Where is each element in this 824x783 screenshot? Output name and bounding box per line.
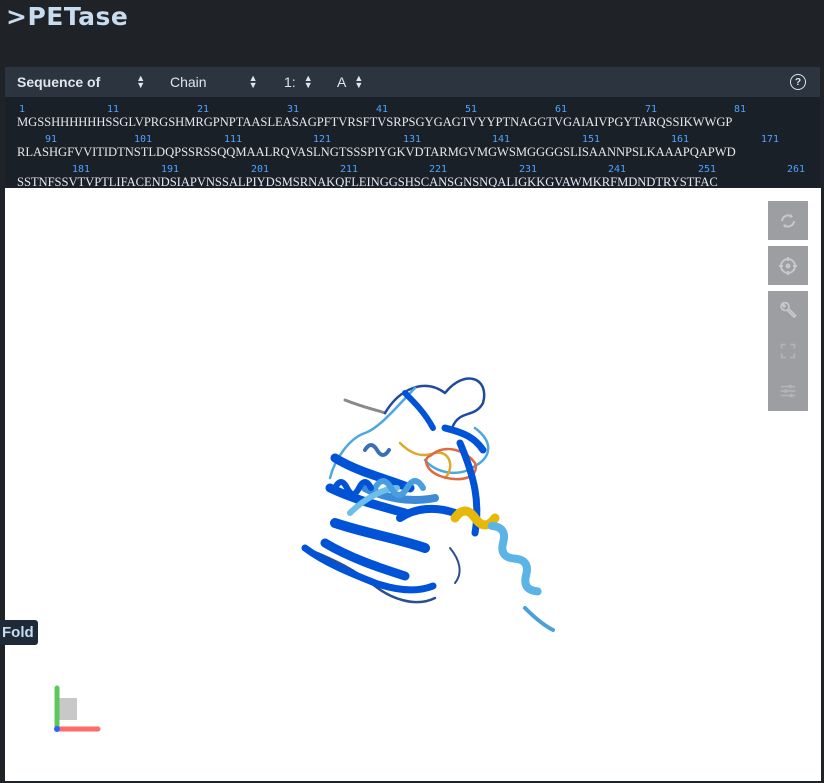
residue-number: 151	[582, 134, 601, 145]
sequence-of-label: Sequence of	[17, 74, 101, 90]
rotate-icon	[781, 213, 795, 228]
controls-button[interactable]	[768, 371, 808, 411]
structure-viewer[interactable]: Fold	[0, 188, 821, 781]
residue-number: 171	[761, 134, 780, 145]
sliders-icon	[780, 384, 796, 398]
rotate-button[interactable]	[768, 201, 808, 240]
residue-number: 1	[19, 104, 26, 115]
expand-icon	[780, 343, 796, 359]
sort-icon: ▲ ▼	[354, 73, 364, 90]
sequence-row: 1 11 21 31 41 51 61 71 81 MGSSHHHHHHSSGL…	[5, 97, 820, 129]
residue-number: 141	[492, 134, 511, 145]
sequence-controls: Sequence of ▲ ▼ Chain ▲ ▼ 1: ▲ ▼ A ▲ ▼ ?	[5, 67, 820, 97]
residue-number: 81	[734, 104, 747, 115]
expand-button[interactable]	[768, 331, 808, 371]
residue-number: 31	[287, 104, 300, 115]
sequence-panel: 1 11 21 31 41 51 61 71 81 MGSSHHHHHHSSGL…	[5, 97, 820, 187]
model-label: 1:	[284, 74, 296, 90]
residue-number: 211	[340, 164, 359, 175]
sort-icon: ▲ ▼	[248, 73, 258, 90]
chain-id-select[interactable]: A ▲ ▼	[337, 67, 363, 97]
sequence-row: 181 191 201 211 221 231 241 251 261 SSTN…	[5, 157, 820, 187]
chain-label: Chain	[170, 74, 207, 90]
residue-number: 161	[671, 134, 690, 145]
residue-number: 121	[313, 134, 332, 145]
residue-number: 221	[429, 164, 448, 175]
residue-number: 91	[45, 134, 58, 145]
residue-number: 251	[698, 164, 717, 175]
residue-number: 61	[555, 104, 568, 115]
residue-number: 231	[519, 164, 538, 175]
residue-number: 191	[161, 164, 180, 175]
residue-number: 71	[645, 104, 658, 115]
residue-number: 241	[608, 164, 627, 175]
reset-camera-button[interactable]	[768, 246, 808, 285]
residue-number: 41	[376, 104, 389, 115]
residue-number: 131	[403, 134, 422, 145]
sort-icon: ▲ ▼	[136, 73, 146, 90]
sequence-row: 91 101 111 121 131 141 151 161 171 RLASH…	[5, 127, 820, 159]
axes-orientation-icon	[54, 685, 101, 732]
model-select[interactable]: 1: ▲ ▼	[284, 67, 313, 97]
page-title: >PETase	[6, 2, 129, 31]
help-icon[interactable]: ?	[790, 74, 806, 90]
residue-number: 111	[224, 134, 243, 145]
settings-toolbar	[768, 291, 808, 411]
residue-number: 261	[787, 164, 806, 175]
chain-select[interactable]: Chain ▲ ▼	[170, 67, 258, 97]
residue-number: 201	[251, 164, 270, 175]
residue-number: 51	[465, 104, 478, 115]
protein-structure[interactable]	[5, 188, 821, 781]
residue-number: 101	[134, 134, 153, 145]
settings-button[interactable]	[768, 291, 808, 331]
sort-icon: ▲ ▼	[303, 73, 313, 90]
sequence-of-select[interactable]: Sequence of ▲ ▼	[17, 67, 145, 97]
residue-number: 11	[107, 104, 120, 115]
residue-number: 181	[72, 164, 91, 175]
residue-sequence[interactable]: SSTNFSSVTVPTLIFACENDSIAPVNSSALPIYDSMSRNA…	[17, 175, 718, 187]
chain-id-label: A	[337, 74, 347, 90]
fold-label[interactable]: Fold	[0, 620, 38, 645]
residue-number: 21	[197, 104, 210, 115]
camera-center-icon	[779, 256, 797, 275]
wrench-icon	[780, 301, 797, 319]
